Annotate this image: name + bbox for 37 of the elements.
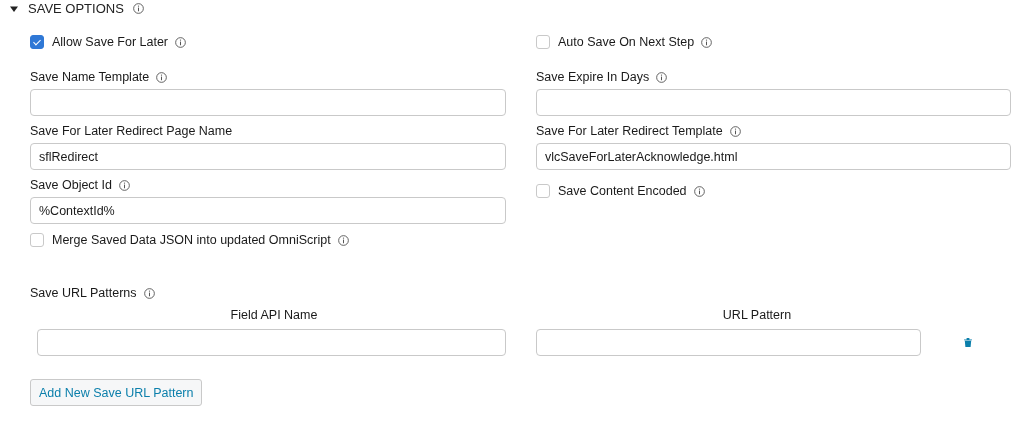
info-icon[interactable]	[132, 3, 144, 14]
caret-icon[interactable]	[10, 4, 18, 13]
checkbox-label: Merge Saved Data JSON into updated OmniScript	[52, 233, 331, 247]
add-pattern-button[interactable]: Add New Save URL Pattern	[30, 379, 203, 406]
text-field[interactable]: %ContextId%	[30, 197, 506, 224]
text-field[interactable]	[536, 89, 1011, 116]
trash-icon[interactable]	[964, 338, 972, 347]
checkbox[interactable]	[30, 35, 44, 49]
text-field[interactable]	[37, 329, 506, 356]
info-icon[interactable]	[175, 36, 187, 48]
checkbox-label: Allow Save For Later	[52, 35, 169, 49]
text-field[interactable]: sflRedirect	[30, 143, 506, 170]
field-label: Save URL Patterns	[30, 286, 137, 300]
checkbox[interactable]	[30, 233, 44, 247]
info-icon[interactable]	[119, 179, 130, 191]
text-field[interactable]: vlcSaveForLaterAcknowledge.html	[536, 143, 1011, 170]
checkbox[interactable]	[536, 184, 550, 198]
field-label: Save Name Template	[30, 70, 150, 84]
checkbox[interactable]	[536, 35, 550, 49]
column-header: URL Pattern	[721, 308, 793, 322]
text-field[interactable]	[536, 329, 921, 356]
checkbox-label: Auto Save On Next Step	[558, 35, 695, 49]
info-icon[interactable]	[156, 71, 168, 83]
info-icon[interactable]	[729, 125, 741, 137]
info-icon[interactable]	[143, 287, 155, 299]
field-label: Save For Later Redirect Page Name	[30, 124, 233, 138]
field-label: Save Expire In Days	[536, 70, 650, 84]
info-icon[interactable]	[656, 71, 668, 83]
field-label: Save For Later Redirect Template	[536, 124, 723, 138]
section-title: SAVE OPTIONS	[28, 1, 124, 16]
checkbox-label: Save Content Encoded	[558, 184, 687, 198]
info-icon[interactable]	[693, 185, 705, 197]
text-field[interactable]	[30, 89, 506, 116]
column-header: Field API Name	[229, 308, 319, 322]
field-label: Save Object Id	[30, 178, 112, 192]
info-icon[interactable]	[337, 234, 349, 246]
info-icon[interactable]	[701, 36, 713, 48]
